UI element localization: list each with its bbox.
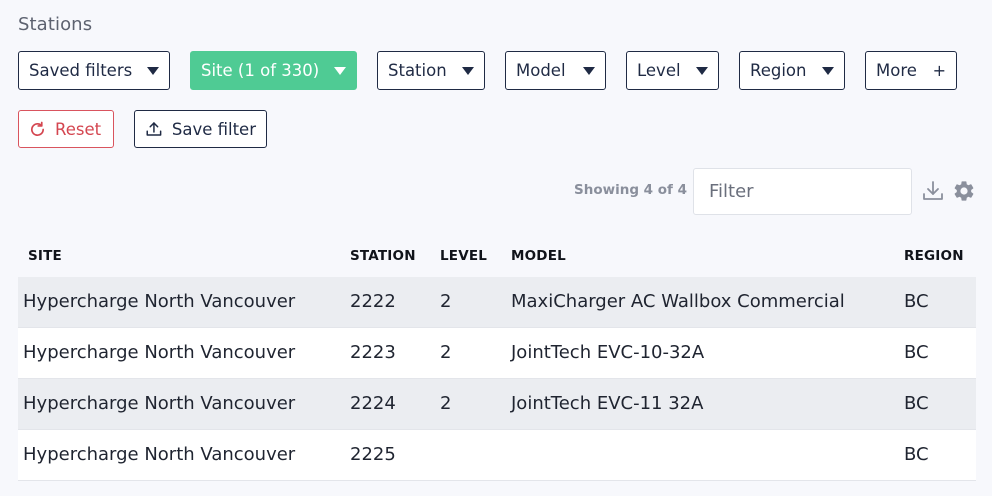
model-filter-label: Model <box>516 61 566 80</box>
saved-filters-label: Saved filters <box>29 61 133 80</box>
settings-button[interactable] <box>952 179 976 207</box>
gear-icon <box>954 181 974 201</box>
table-filter-input[interactable] <box>693 168 912 215</box>
region-filter-label: Region <box>750 61 807 80</box>
results-count: Showing 4 of 4 <box>574 182 688 198</box>
cell-model: MaxiCharger AC Wallbox Commercial <box>511 291 845 312</box>
cell-site: Hypercharge North Vancouver <box>23 342 296 363</box>
level-filter-dropdown[interactable]: Level <box>626 51 719 90</box>
table-row[interactable]: Hypercharge North Vancouver 2225 BC <box>18 430 976 481</box>
cell-site: Hypercharge North Vancouver <box>23 393 296 414</box>
station-filter-label: Station <box>388 61 447 80</box>
column-header-station[interactable]: STATION <box>350 248 416 264</box>
column-header-model[interactable]: MODEL <box>511 248 566 264</box>
cell-site: Hypercharge North Vancouver <box>23 444 296 465</box>
cell-region: BC <box>904 444 929 465</box>
site-filter-label: Site (1 of 330) <box>201 61 320 80</box>
cell-station: 2223 <box>350 342 396 363</box>
table-row[interactable]: Hypercharge North Vancouver 2224 2 Joint… <box>18 379 976 430</box>
level-filter-label: Level <box>637 61 681 80</box>
region-filter-dropdown[interactable]: Region <box>739 51 845 90</box>
more-filters-button[interactable]: More + <box>865 51 957 90</box>
caret-down-icon <box>696 66 708 75</box>
cell-region: BC <box>904 342 929 363</box>
save-filter-button[interactable]: Save filter <box>134 110 267 148</box>
cell-station: 2222 <box>350 291 396 312</box>
save-filter-label: Save filter <box>171 119 256 139</box>
saved-filters-dropdown[interactable]: Saved filters <box>18 51 170 90</box>
reset-label: Reset <box>55 119 102 139</box>
site-filter-dropdown[interactable]: Site (1 of 330) <box>190 51 357 90</box>
cell-site: Hypercharge North Vancouver <box>23 291 296 312</box>
column-header-region[interactable]: REGION <box>904 248 964 264</box>
cell-level: 2 <box>440 393 452 414</box>
caret-down-icon <box>147 66 159 75</box>
cell-station: 2225 <box>350 444 396 465</box>
cell-region: BC <box>904 291 929 312</box>
upload-icon <box>146 122 162 136</box>
table-row[interactable]: Hypercharge North Vancouver 2223 2 Joint… <box>18 328 976 379</box>
column-header-level[interactable]: LEVEL <box>440 248 487 264</box>
cell-level: 2 <box>440 291 452 312</box>
download-button[interactable] <box>921 179 945 207</box>
cell-station: 2224 <box>350 393 396 414</box>
page-title: Stations <box>18 14 93 35</box>
model-filter-dropdown[interactable]: Model <box>505 51 606 90</box>
stations-table: Hypercharge North Vancouver 2222 2 MaxiC… <box>18 277 976 481</box>
caret-down-icon <box>334 66 346 75</box>
cell-model: JointTech EVC-11 32A <box>511 393 704 414</box>
caret-down-icon <box>822 66 834 75</box>
download-icon <box>923 181 943 200</box>
more-filters-label: More <box>876 61 917 80</box>
refresh-icon <box>31 121 45 136</box>
cell-region: BC <box>904 393 929 414</box>
station-filter-dropdown[interactable]: Station <box>377 51 485 90</box>
plus-icon: + <box>932 61 946 80</box>
cell-model: JointTech EVC-10-32A <box>511 342 705 363</box>
table-header: SITE STATION LEVEL MODEL REGION <box>18 240 976 272</box>
reset-button[interactable]: Reset <box>18 110 114 148</box>
table-row[interactable]: Hypercharge North Vancouver 2222 2 MaxiC… <box>18 277 976 328</box>
caret-down-icon <box>462 66 474 75</box>
cell-level: 2 <box>440 342 452 363</box>
caret-down-icon <box>583 66 595 75</box>
column-header-site[interactable]: SITE <box>28 248 62 264</box>
